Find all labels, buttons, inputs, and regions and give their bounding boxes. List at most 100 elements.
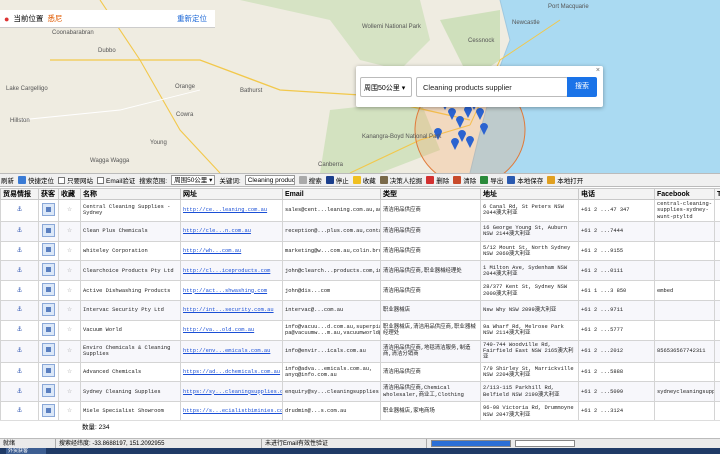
star-icon[interactable]: ☆ bbox=[67, 266, 72, 275]
website-link[interactable]: http://cle...n.com.au bbox=[180, 220, 283, 242]
trade-intel-cell[interactable]: ⚓ bbox=[0, 319, 39, 341]
trade-intel-cell[interactable]: ⚓ bbox=[0, 220, 39, 242]
favorite-cell[interactable]: ☆ bbox=[58, 339, 81, 363]
website-link[interactable]: http://wh...com.au bbox=[180, 240, 283, 262]
table-row[interactable]: ⚓ ☆ whiteley Corporation http://wh...com.au… bbox=[0, 240, 720, 262]
favorite-button[interactable]: 收藏 bbox=[352, 175, 376, 185]
clear-button[interactable]: 清除 bbox=[453, 175, 476, 185]
trade-intel-cell[interactable]: ⚓ bbox=[0, 260, 39, 282]
star-icon[interactable]: ☆ bbox=[67, 367, 72, 376]
anchor-icon[interactable]: ⚓ bbox=[17, 305, 22, 314]
export-button[interactable]: 导出 bbox=[480, 175, 503, 185]
anchor-icon[interactable]: ⚓ bbox=[17, 205, 22, 214]
radius-select[interactable]: 周围50公里 ▾ bbox=[360, 77, 412, 97]
table-row[interactable]: ⚓ ☆ Clean Plus Chemicals http://cle...n.com… bbox=[0, 220, 720, 242]
acquire-cell[interactable] bbox=[38, 361, 59, 383]
favorite-cell[interactable]: ☆ bbox=[58, 381, 81, 403]
column-header[interactable]: T bbox=[714, 188, 720, 200]
stop-button[interactable]: 停止 bbox=[325, 175, 349, 185]
refresh-button[interactable]: 刷新 bbox=[1, 175, 14, 185]
search-button[interactable]: 搜索 bbox=[567, 77, 597, 97]
building-icon[interactable] bbox=[42, 263, 55, 277]
map-view[interactable]: Coonabarabran Wollemi National Park Port… bbox=[0, 0, 720, 173]
anchor-icon[interactable]: ⚓ bbox=[17, 387, 22, 396]
acquire-cell[interactable] bbox=[38, 199, 59, 222]
column-header[interactable]: 地址 bbox=[480, 188, 579, 200]
website-link[interactable]: https://sy...cleaningsupplies.com.au bbox=[180, 381, 283, 403]
anchor-icon[interactable]: ⚓ bbox=[17, 346, 22, 355]
quick-locate-button[interactable]: 快捷定位 bbox=[18, 175, 54, 185]
column-header[interactable]: Email bbox=[282, 188, 381, 200]
star-icon[interactable]: ☆ bbox=[67, 246, 72, 255]
table-row[interactable]: ⚓ ☆ Vacuum World http://va...old.com.au info… bbox=[0, 319, 720, 341]
anchor-icon[interactable]: ⚓ bbox=[17, 406, 22, 415]
column-header[interactable]: 电话 bbox=[578, 188, 655, 200]
table-row[interactable]: ⚓ ☆ Miele Specialist Showroom https://s...e… bbox=[0, 401, 720, 420]
acquire-cell[interactable] bbox=[38, 280, 59, 302]
column-header[interactable]: 获客 bbox=[38, 188, 59, 200]
table-row[interactable]: ⚓ ☆ Active Dishwashing Products http://act.… bbox=[0, 280, 720, 302]
building-icon[interactable] bbox=[42, 302, 55, 316]
acquire-cell[interactable] bbox=[38, 319, 59, 341]
table-row[interactable]: ⚓ ☆ Central Cleaning Supplies - Sydney http… bbox=[0, 199, 720, 222]
anchor-icon[interactable]: ⚓ bbox=[17, 266, 22, 275]
column-header[interactable]: 网址 bbox=[180, 188, 283, 200]
favorite-cell[interactable]: ☆ bbox=[58, 300, 81, 321]
trade-intel-cell[interactable]: ⚓ bbox=[0, 401, 39, 420]
website-link[interactable]: http://act...shwashing.com bbox=[180, 280, 283, 302]
email-verify-checkbox[interactable]: Email验证 bbox=[97, 175, 135, 185]
anchor-icon[interactable]: ⚓ bbox=[17, 367, 22, 376]
search-input[interactable]: Cleaning products supplier bbox=[416, 77, 568, 97]
column-header[interactable]: 类型 bbox=[380, 188, 481, 200]
scope-select[interactable]: 周围50公里 ▾ bbox=[171, 175, 216, 185]
website-link[interactable]: https://s...ecialistbiminies.com.au bbox=[180, 401, 283, 420]
acquire-cell[interactable] bbox=[38, 381, 59, 403]
acquire-cell[interactable] bbox=[38, 240, 59, 262]
favorite-cell[interactable]: ☆ bbox=[58, 240, 81, 262]
building-icon[interactable] bbox=[42, 384, 55, 398]
star-icon[interactable]: ☆ bbox=[67, 406, 72, 415]
favorite-cell[interactable]: ☆ bbox=[58, 401, 81, 420]
favorite-cell[interactable]: ☆ bbox=[58, 199, 81, 222]
trade-intel-cell[interactable]: ⚓ bbox=[0, 280, 39, 302]
favorite-cell[interactable]: ☆ bbox=[58, 361, 81, 383]
star-icon[interactable]: ☆ bbox=[67, 226, 72, 235]
close-icon[interactable]: × bbox=[596, 67, 600, 74]
anchor-icon[interactable]: ⚓ bbox=[17, 226, 22, 235]
trade-intel-cell[interactable]: ⚓ bbox=[0, 240, 39, 262]
building-icon[interactable] bbox=[42, 403, 55, 417]
website-link[interactable]: http://ce...leaning.com.au bbox=[180, 199, 283, 222]
column-header[interactable]: 名称 bbox=[80, 188, 181, 200]
building-icon[interactable] bbox=[42, 343, 55, 357]
acquire-cell[interactable] bbox=[38, 300, 59, 321]
building-icon[interactable] bbox=[42, 364, 55, 378]
website-link[interactable]: http://cl...iceproducts.com bbox=[180, 260, 283, 282]
table-row[interactable]: ⚓ ☆ Advanced Chemicals https://ad...dchemic… bbox=[0, 361, 720, 383]
table-row[interactable]: ⚓ ☆ Clearchoice Products Pty Ltd http://cl.… bbox=[0, 260, 720, 282]
star-icon[interactable]: ☆ bbox=[67, 325, 72, 334]
acquire-cell[interactable] bbox=[38, 339, 59, 363]
trade-intel-cell[interactable]: ⚓ bbox=[0, 381, 39, 403]
website-link[interactable]: http://env...emicals.com.au bbox=[180, 339, 283, 363]
favorite-cell[interactable]: ☆ bbox=[58, 280, 81, 302]
keyword-input[interactable]: Cleaning product bbox=[244, 175, 295, 185]
acquire-cell[interactable] bbox=[38, 260, 59, 282]
star-icon[interactable]: ☆ bbox=[67, 286, 72, 295]
favorite-cell[interactable]: ☆ bbox=[58, 220, 81, 242]
open-local-button[interactable]: 本地打开 bbox=[547, 175, 583, 185]
relocate-link[interactable]: 重新定位 bbox=[177, 13, 207, 24]
column-header[interactable]: 收藏 bbox=[58, 188, 81, 200]
acquire-cell[interactable] bbox=[38, 220, 59, 242]
delete-button[interactable]: 删除 bbox=[426, 175, 449, 185]
star-icon[interactable]: ☆ bbox=[67, 387, 72, 396]
trade-intel-cell[interactable]: ⚓ bbox=[0, 199, 39, 222]
building-icon[interactable] bbox=[42, 243, 55, 257]
anchor-icon[interactable]: ⚓ bbox=[17, 246, 22, 255]
trade-intel-cell[interactable]: ⚓ bbox=[0, 361, 39, 383]
save-local-button[interactable]: 本地保存 bbox=[507, 175, 543, 185]
decision-maker-button[interactable]: 决策人挖掘 bbox=[379, 175, 422, 185]
location-city[interactable]: 悉尼 bbox=[47, 13, 62, 24]
favorite-cell[interactable]: ☆ bbox=[58, 319, 81, 341]
star-icon[interactable]: ☆ bbox=[67, 305, 72, 314]
star-icon[interactable]: ☆ bbox=[67, 205, 72, 214]
